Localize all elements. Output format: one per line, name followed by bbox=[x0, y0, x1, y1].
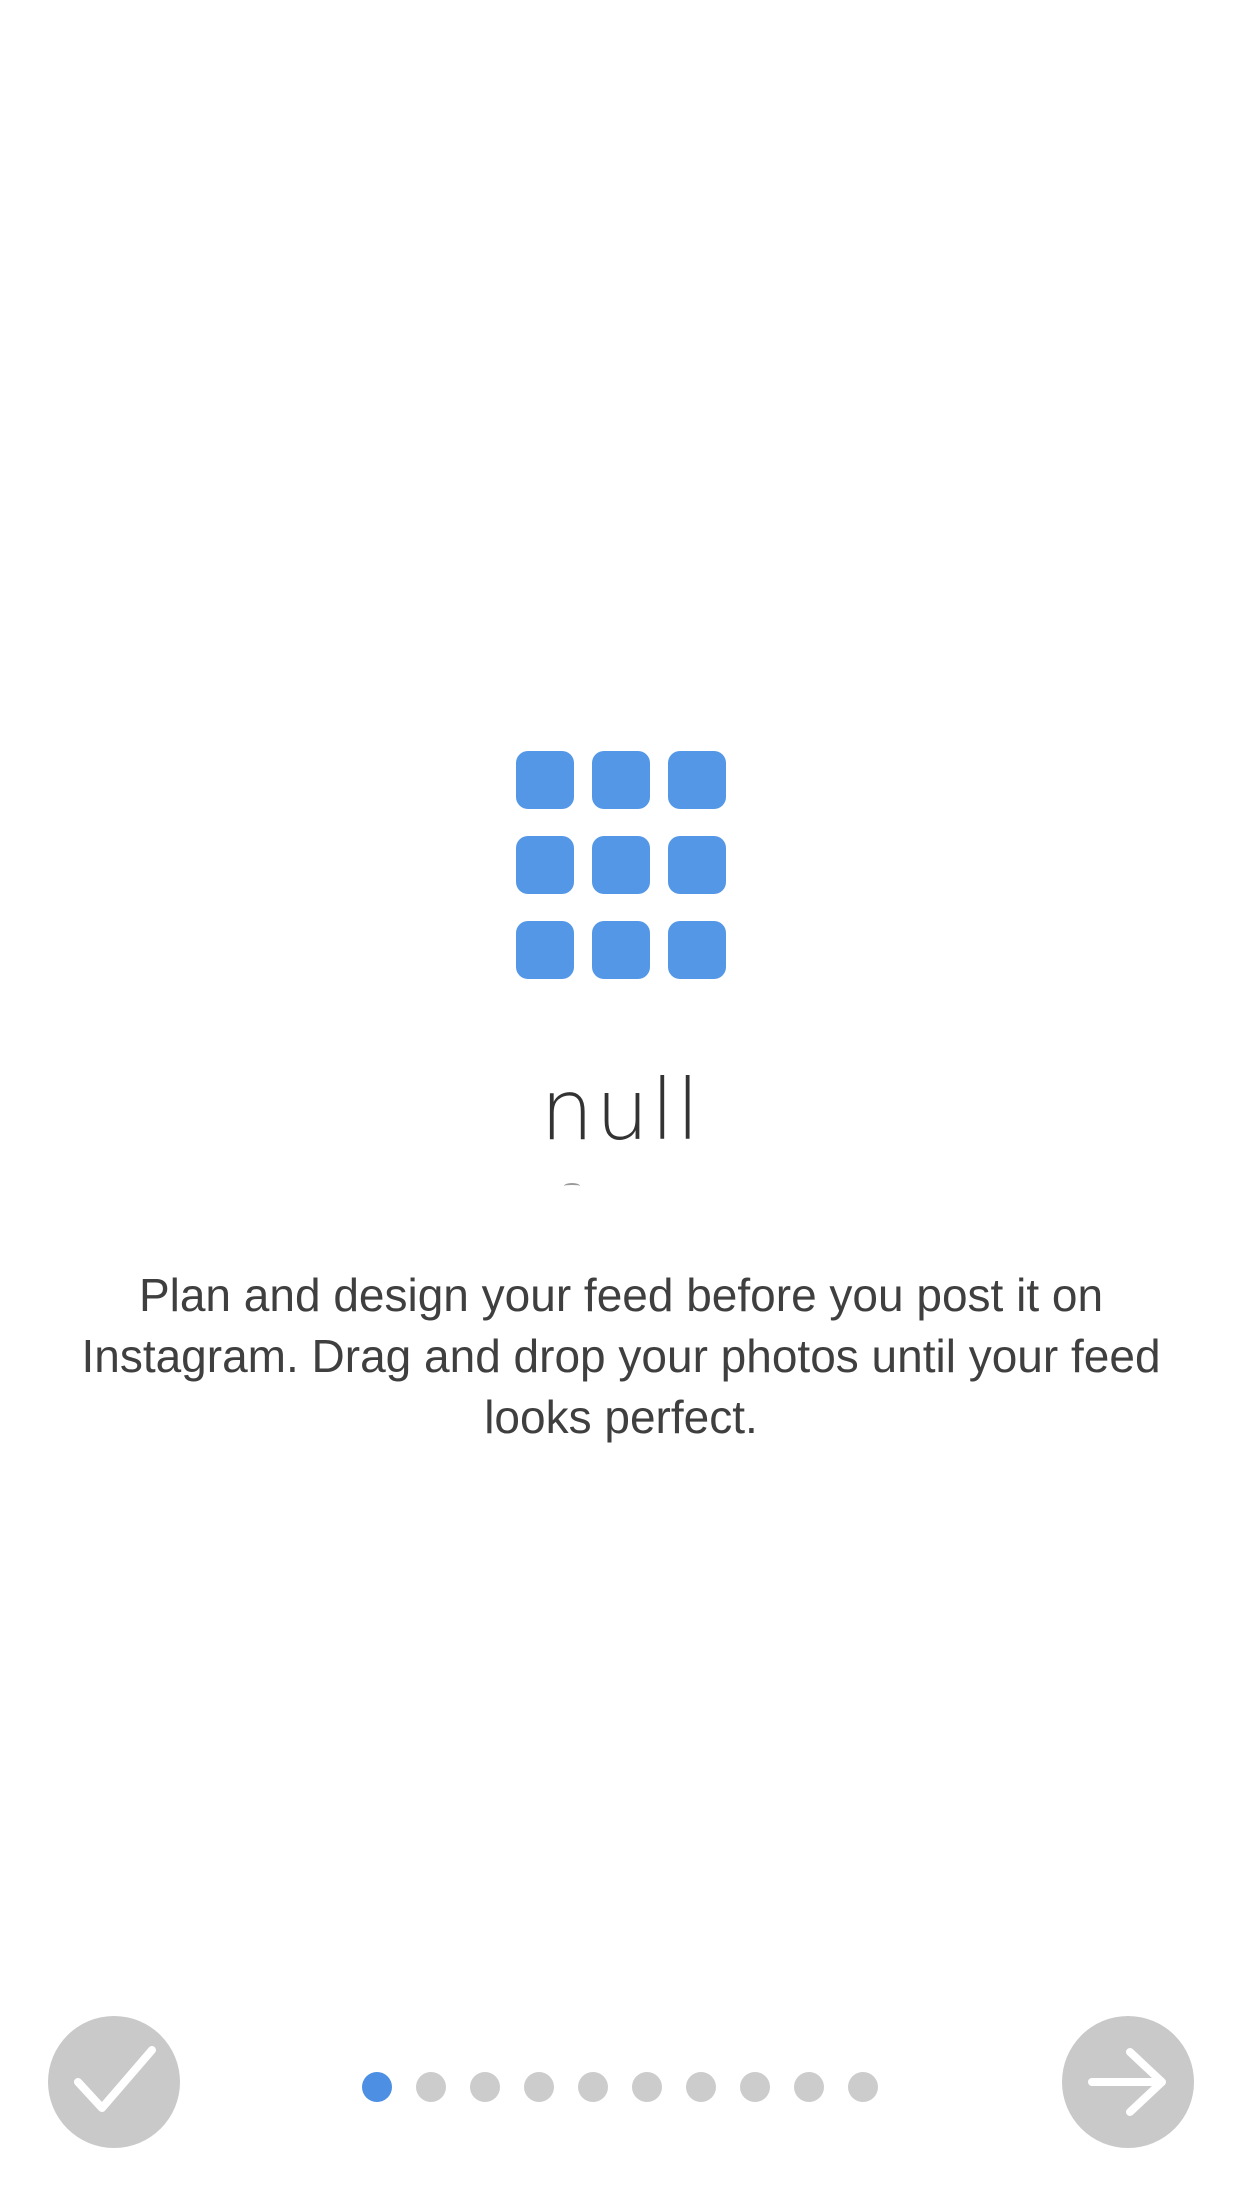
grid-cell-icon bbox=[516, 921, 574, 979]
page-dot[interactable] bbox=[524, 2072, 554, 2102]
grid-cell-icon bbox=[668, 751, 726, 809]
grid-cell-icon bbox=[516, 836, 574, 894]
grid-cell-icon bbox=[668, 921, 726, 979]
done-button[interactable] bbox=[48, 2016, 180, 2148]
grid-cell-icon bbox=[592, 921, 650, 979]
grid-cell-icon bbox=[592, 836, 650, 894]
page-dot[interactable] bbox=[740, 2072, 770, 2102]
page-dot[interactable] bbox=[848, 2072, 878, 2102]
grid-cell-icon bbox=[668, 836, 726, 894]
page-dot[interactable] bbox=[416, 2072, 446, 2102]
page-dot[interactable] bbox=[362, 2072, 392, 2102]
next-button[interactable] bbox=[1062, 2016, 1194, 2148]
grid-cell-icon bbox=[516, 751, 574, 809]
title-underline-mark bbox=[564, 1183, 580, 1189]
page-dot[interactable] bbox=[578, 2072, 608, 2102]
page-dot[interactable] bbox=[632, 2072, 662, 2102]
page-title: null bbox=[540, 1061, 702, 1159]
page-indicator bbox=[362, 2072, 882, 2102]
page-dot[interactable] bbox=[470, 2072, 500, 2102]
grid-3x3-icon bbox=[516, 751, 726, 979]
onboarding-description: Plan and design your feed before you pos… bbox=[81, 1269, 1161, 1443]
page-dot[interactable] bbox=[794, 2072, 824, 2102]
checkmark-icon bbox=[74, 2046, 156, 2112]
arrow-right-icon bbox=[1088, 2048, 1166, 2116]
page-dot[interactable] bbox=[686, 2072, 716, 2102]
grid-cell-icon bbox=[592, 751, 650, 809]
